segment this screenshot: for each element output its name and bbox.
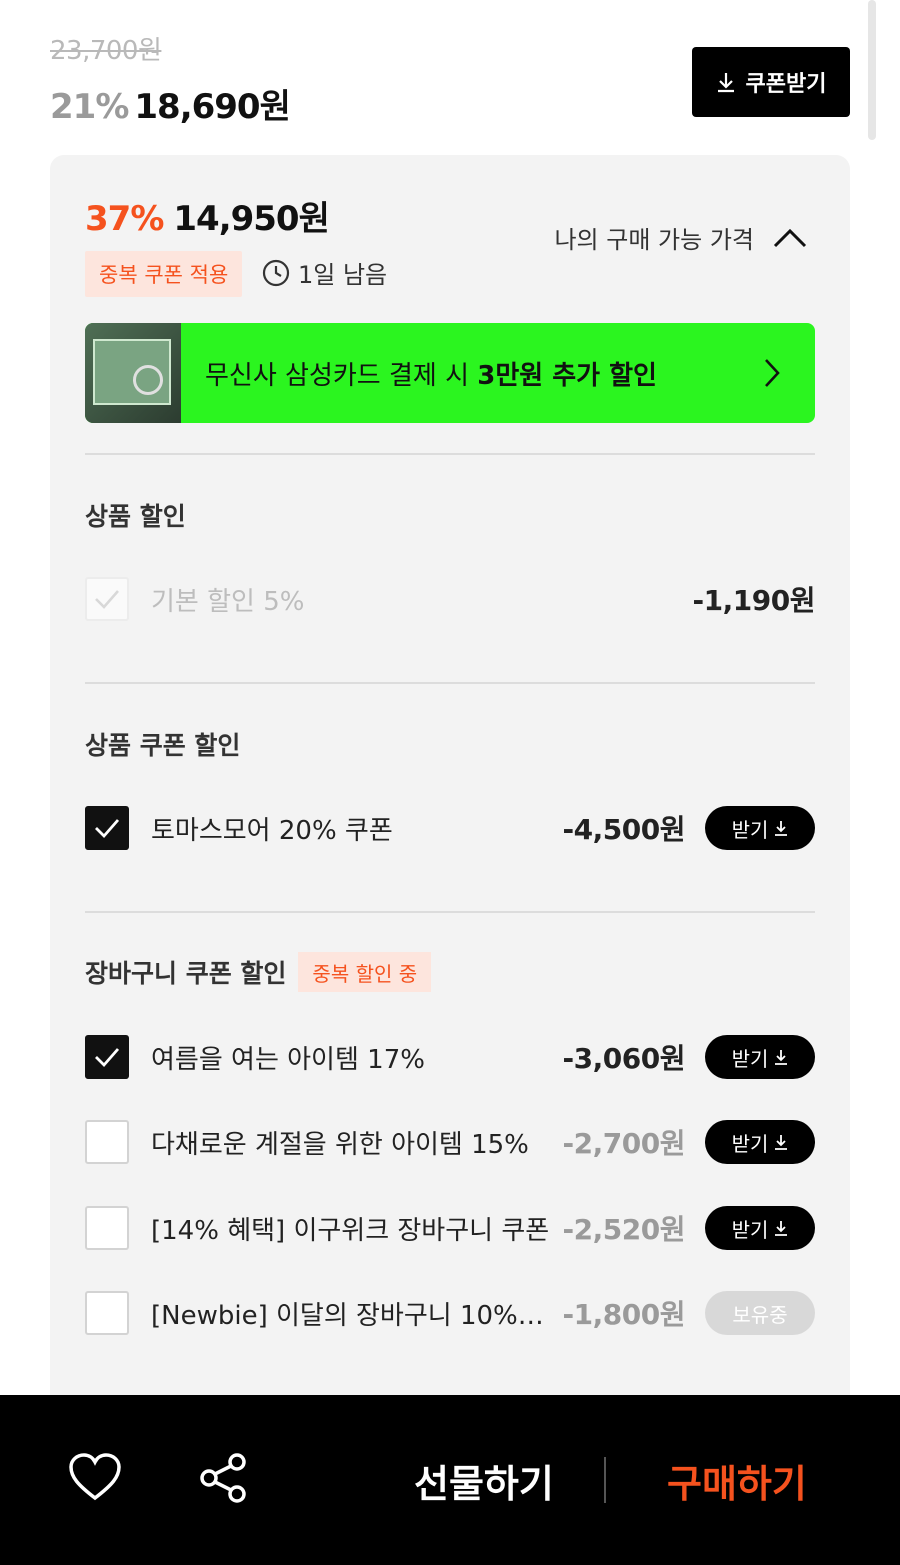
list-item: [14% 혜택] 이구위크 장바구니 쿠폰 -2,520원 받기 (85, 1204, 815, 1252)
check-icon (95, 590, 119, 609)
coupon-amount: -4,500원 (562, 813, 686, 846)
download-coupon-button[interactable]: 쿠폰받기 (692, 47, 850, 117)
coupon-checkbox[interactable] (85, 1120, 129, 1164)
download-icon (775, 1135, 788, 1150)
time-remaining: 1일 남음 (262, 255, 387, 290)
remaining-text: 1일 남음 (298, 261, 388, 289)
check-icon (95, 819, 120, 839)
promo-thumbnail (85, 323, 181, 423)
coupon-checkbox[interactable] (85, 806, 129, 850)
list-item: 다채로운 계절을 위한 아이템 15% -2,700원 받기 (85, 1118, 815, 1166)
price-summary: 23,700원 21% 18,690원 (50, 30, 291, 128)
share-icon[interactable] (198, 1452, 248, 1504)
chevron-right-icon (765, 359, 780, 387)
coupon-amount: -1,800원 (562, 1298, 686, 1331)
my-price-label: 나의 구매 가능 가격 (554, 226, 754, 254)
owned-badge: 보유중 (705, 1291, 815, 1335)
divider (85, 911, 815, 913)
coupon-amount: -2,700원 (562, 1127, 686, 1160)
coupon-amount: -3,060원 (562, 1042, 686, 1075)
download-icon (717, 73, 734, 93)
best-rate: 37% (85, 199, 164, 239)
divider (85, 682, 815, 684)
heart-icon[interactable] (68, 1452, 122, 1502)
gift-button[interactable]: 선물하기 (414, 1453, 554, 1508)
discount-amount: -1,190원 (692, 584, 816, 617)
chevron-up-icon (773, 228, 807, 247)
bottom-action-bar: 선물하기 구매하기 (0, 1395, 900, 1565)
check-icon (95, 1048, 120, 1068)
download-coupon-label: 쿠폰받기 (745, 72, 827, 97)
download-icon (775, 1050, 788, 1065)
discount-label: 기본 할인 5% (151, 586, 305, 617)
dup-discount-badge: 중복 할인 중 (298, 952, 432, 992)
list-item: 기본 할인 5% -1,190원 (85, 575, 816, 623)
sale-price: 18,690원 (134, 87, 290, 127)
list-item: 토마스모어 20% 쿠폰 -4,500원 받기 (85, 804, 815, 852)
clock-icon (262, 259, 290, 286)
best-amount: 14,950원 (173, 199, 329, 239)
scrollbar[interactable] (868, 0, 876, 140)
coupon-label: 다채로운 계절을 위한 아이템 15% (151, 1129, 529, 1160)
my-price-toggle[interactable]: 나의 구매 가능 가격 (554, 220, 808, 255)
dup-coupon-badge: 중복 쿠폰 적용 (85, 251, 243, 297)
coupon-label: 여름을 여는 아이템 17% (151, 1044, 425, 1075)
coupon-checkbox[interactable] (85, 1035, 129, 1079)
card-promo-banner[interactable]: 무신사 삼성카드 결제 시 3만원 추가 할인 (85, 323, 815, 423)
get-coupon-button[interactable]: 받기 (705, 1035, 815, 1079)
product-discount-title: 상품 할인 (85, 502, 186, 531)
coupon-label: [14% 혜택] 이구위크 장바구니 쿠폰 (151, 1215, 550, 1246)
buy-button[interactable]: 구매하기 (667, 1453, 807, 1508)
price-detail-panel: 37% 14,950원 나의 구매 가능 가격 중복 쿠폰 적용 1일 남음 무… (50, 155, 850, 1455)
sale-rate: 21% (50, 87, 129, 127)
coupon-label: [Newbie] 이달의 장바구니 10% 쿠폰 (151, 1300, 551, 1331)
get-coupon-button[interactable]: 받기 (705, 1206, 815, 1250)
divider (604, 1457, 606, 1503)
list-item: 여름을 여는 아이템 17% -3,060원 받기 (85, 1033, 815, 1081)
get-coupon-button[interactable]: 받기 (705, 806, 815, 850)
banner-text: 무신사 삼성카드 결제 시 3만원 추가 할인 (205, 360, 657, 391)
cart-coupon-title: 장바구니 쿠폰 할인 중복 할인 중 (85, 952, 432, 992)
checkbox-disabled (85, 577, 129, 621)
best-price: 37% 14,950원 (85, 191, 330, 240)
divider (85, 453, 815, 455)
coupon-label: 토마스모어 20% 쿠폰 (151, 815, 393, 846)
download-icon (775, 1221, 788, 1236)
list-item: [Newbie] 이달의 장바구니 10% 쿠폰 -1,800원 보유중 (85, 1289, 815, 1337)
coupon-checkbox[interactable] (85, 1206, 129, 1250)
product-coupon-title: 상품 쿠폰 할인 (85, 731, 241, 760)
original-price: 23,700원 (50, 36, 162, 66)
get-coupon-button[interactable]: 받기 (705, 1120, 815, 1164)
coupon-amount: -2,520원 (562, 1213, 686, 1246)
sale-price-row: 21% 18,690원 (50, 79, 291, 128)
coupon-checkbox[interactable] (85, 1291, 129, 1335)
download-icon (775, 821, 788, 836)
